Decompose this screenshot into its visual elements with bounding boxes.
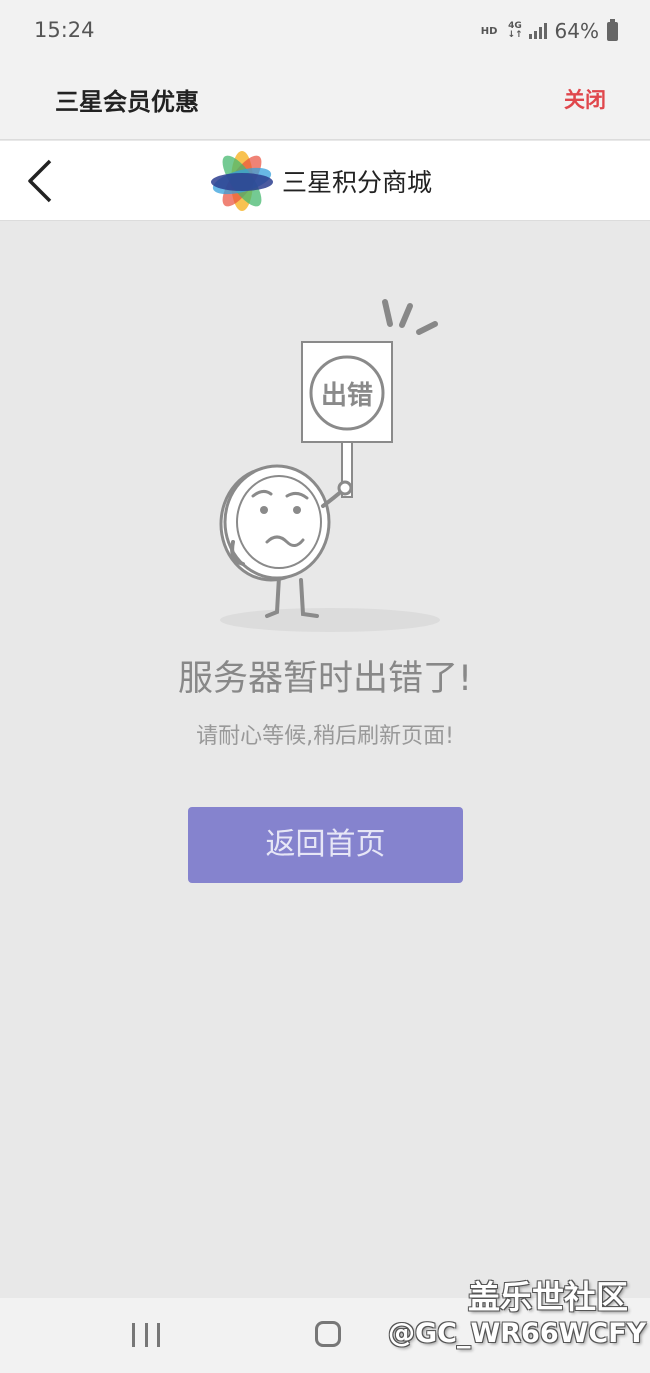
watermark-site: 盖乐世社区 bbox=[468, 1278, 629, 1316]
watermark-user: @GC_WR66WCFY bbox=[388, 1318, 647, 1349]
close-button[interactable]: 关闭 bbox=[564, 84, 606, 114]
battery-icon bbox=[607, 18, 618, 41]
error-subtitle: 请耐心等候,稍后刷新页面! bbox=[196, 724, 454, 749]
recent-apps-icon[interactable] bbox=[132, 1323, 160, 1347]
back-button[interactable] bbox=[24, 159, 60, 203]
network-indicator: 4G ↓↑ bbox=[507, 21, 523, 40]
nav-title: 三星积分商城 bbox=[282, 168, 433, 197]
error-coin-illustration: 出错 bbox=[219, 299, 440, 632]
network-type: 4G bbox=[508, 21, 522, 31]
status-bar: 15:24 HD 4G ↓↑ 64% bbox=[0, 0, 650, 62]
battery-percent: 64% bbox=[554, 19, 599, 43]
status-icons: HD 4G ↓↑ 64% bbox=[480, 18, 618, 43]
nav-bar: 三星积分商城 bbox=[0, 141, 650, 221]
flower-logo-icon bbox=[211, 151, 273, 211]
chevron-left-icon bbox=[28, 159, 52, 203]
sign-text: 出错 bbox=[321, 381, 373, 411]
status-time: 15:24 bbox=[34, 18, 95, 42]
return-home-button[interactable]: 返回首页 bbox=[188, 807, 463, 883]
hd-indicator: HD bbox=[480, 25, 498, 37]
error-page: 出错 服务器暂时出错了! 请耐心等候,稍后刷新页面! 返回首页 bbox=[0, 222, 650, 1298]
home-icon[interactable] bbox=[315, 1321, 341, 1347]
signal-icon bbox=[528, 23, 547, 39]
error-title: 服务器暂时出错了! bbox=[177, 659, 473, 699]
app-title: 三星会员优惠 bbox=[55, 88, 199, 116]
app-header: 三星会员优惠 关闭 bbox=[0, 62, 650, 140]
